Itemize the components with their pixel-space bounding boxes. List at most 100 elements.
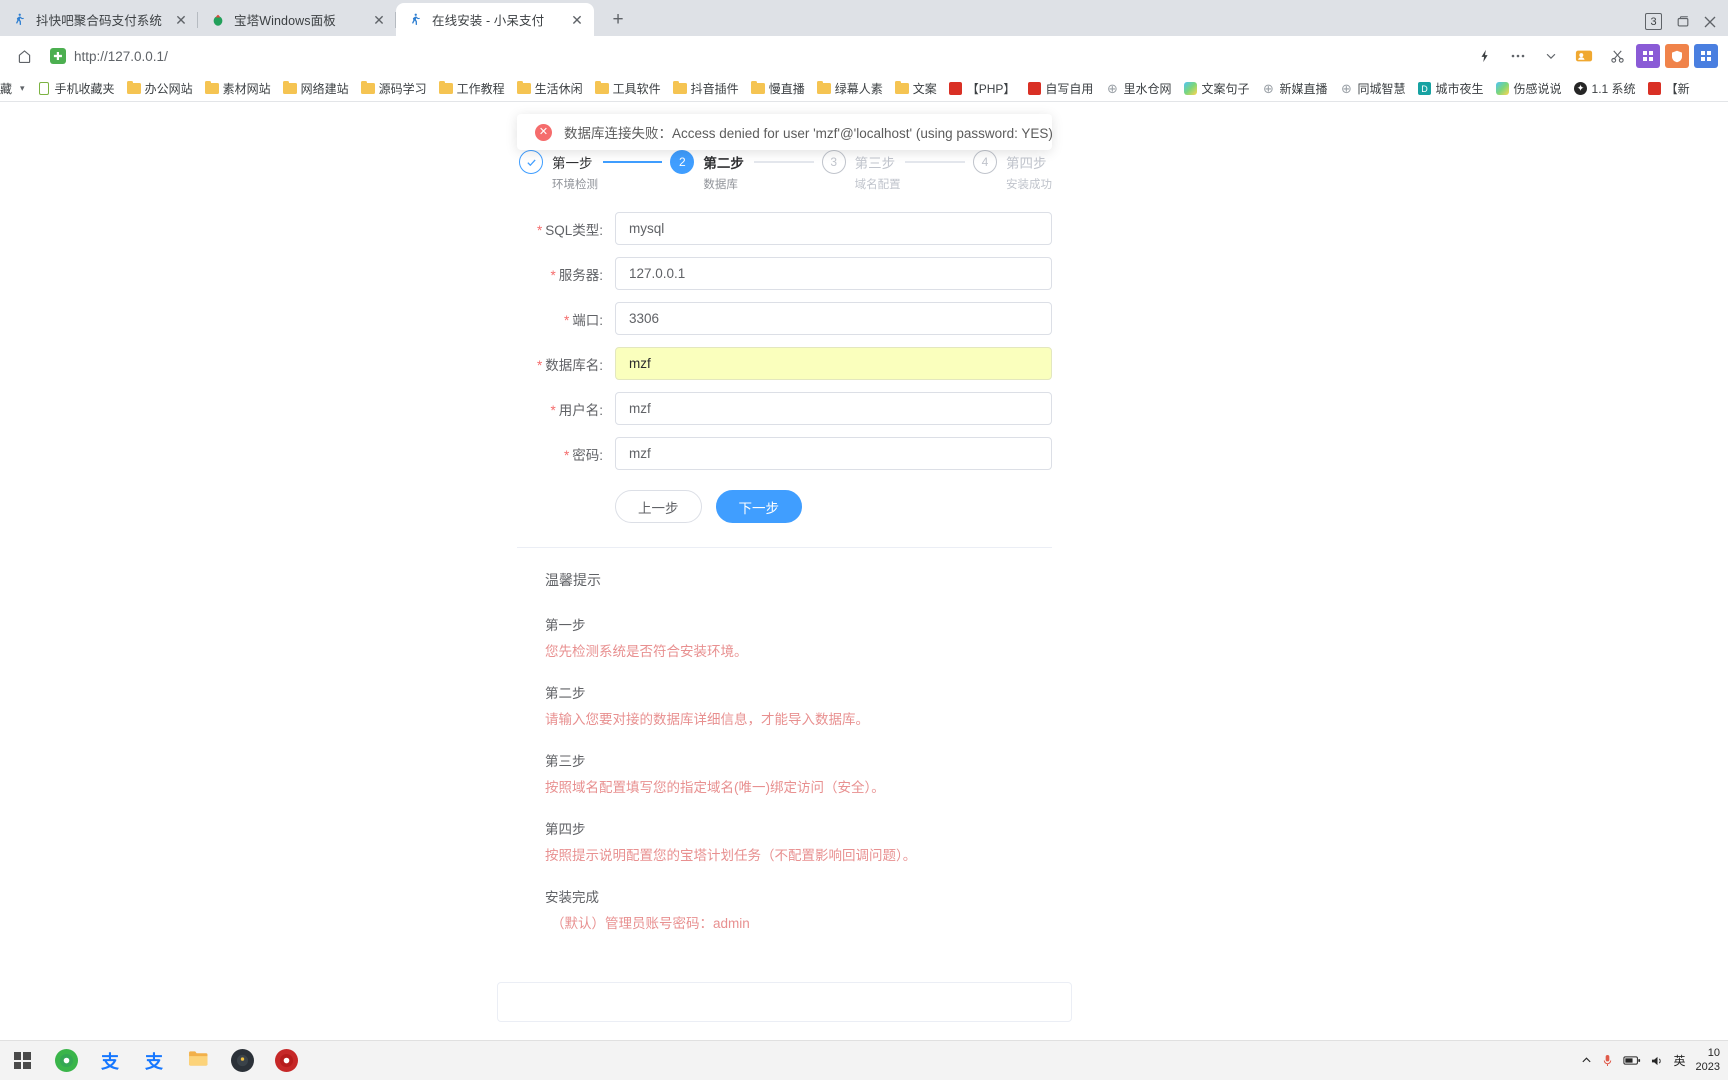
taskbar-app-alipay-1[interactable]: 支 <box>88 1041 132 1080</box>
step-circle-current: 2 <box>670 150 695 174</box>
form-row-port: * 端口: 3306 <box>517 302 1052 335</box>
taskbar-app-dark[interactable] <box>220 1041 264 1080</box>
bookmark-item[interactable]: 办公网站 <box>121 78 199 100</box>
browser-tab-3[interactable]: 在线安装 - 小呆支付 ✕ <box>396 3 594 36</box>
bookmarks-bar: 藏 ▾ 手机收藏夹 办公网站 素材网站 网络建站 源码学习 工作教程 生活休闲 … <box>0 76 1728 102</box>
bookmark-item[interactable]: 网络建站 <box>277 78 355 100</box>
next-step-button[interactable]: 下一步 <box>715 490 802 523</box>
bookmark-label: 伤感说说 <box>1513 82 1562 96</box>
shield-orange-icon[interactable] <box>1665 44 1689 68</box>
tip-item-1: 第一步 您先检测系统是否符合安装环境。 <box>545 614 1052 660</box>
tip-heading: 第一步 <box>545 618 586 633</box>
more-horizontal-icon[interactable] <box>1504 42 1532 70</box>
taskbar-app-record[interactable] <box>264 1041 308 1080</box>
clock-date: 2023 <box>1695 1060 1720 1073</box>
address-bar[interactable]: ✚ http://127.0.0.1/ <box>50 42 1465 70</box>
start-button[interactable] <box>0 1041 44 1080</box>
bookmark-item[interactable]: 伤感说说 <box>1490 78 1568 100</box>
bookmark-item[interactable]: 慢直播 <box>745 78 811 100</box>
toolbar-actions <box>1471 42 1718 70</box>
bookmark-item[interactable]: D 城市夜生 <box>1412 78 1490 100</box>
restore-icon[interactable] <box>1676 15 1690 29</box>
bookmark-item[interactable]: ⊕ 新媒直播 <box>1255 78 1333 100</box>
step-item-4[interactable]: 4 第四步 安装成功 <box>972 150 1052 192</box>
gradient-icon <box>1496 82 1510 96</box>
step-item-3[interactable]: 3 第三步 域名配置 <box>821 150 973 192</box>
step-item-2[interactable]: 2 第二步 数据库 <box>670 150 821 192</box>
battery-icon[interactable] <box>1622 1055 1641 1066</box>
chevron-down-icon[interactable]: ▾ <box>16 83 29 94</box>
bookmark-item[interactable]: 生活休闲 <box>511 78 589 100</box>
username-input[interactable]: mzf <box>615 392 1052 425</box>
close-icon[interactable] <box>1704 16 1716 28</box>
bookmark-item[interactable]: 【PHP】 <box>943 78 1022 100</box>
field-label: * SQL类型: <box>517 219 615 239</box>
label-text: 数据库名: <box>545 357 603 373</box>
taskbar-app-file-explorer[interactable] <box>176 1041 220 1080</box>
bookmarks-overflow-label: 藏 <box>0 82 13 96</box>
tip-heading: 第三步 <box>545 754 586 769</box>
field-label: * 服务器: <box>517 264 615 284</box>
bookmark-label: 【新 <box>1665 82 1690 96</box>
tab-close-icon[interactable]: ✕ <box>370 11 388 29</box>
bookmark-item[interactable]: 手机收藏夹 <box>31 78 121 100</box>
apps-blue-icon[interactable] <box>1694 44 1718 68</box>
bookmark-label: 新媒直播 <box>1279 82 1328 96</box>
start-icon <box>13 1052 31 1069</box>
bookmark-label: 源码学习 <box>378 82 427 96</box>
bookmarks-overflow[interactable]: 藏 ▾ <box>0 78 31 100</box>
bookmark-label: 工作教程 <box>456 82 505 96</box>
taskbar-app-browser[interactable] <box>44 1041 88 1080</box>
home-icon[interactable] <box>10 42 38 70</box>
grid-purple-icon[interactable] <box>1636 44 1660 68</box>
bookmark-item[interactable]: 绿幕人素 <box>811 78 889 100</box>
database-name-input[interactable]: mzf <box>615 347 1052 380</box>
user-badge-icon[interactable] <box>1570 42 1598 70</box>
tab-count-badge[interactable]: 3 <box>1645 13 1662 30</box>
bookmark-item[interactable]: 源码学习 <box>355 78 433 100</box>
bookmark-item[interactable]: 素材网站 <box>199 78 277 100</box>
folder-icon <box>126 80 141 96</box>
volume-icon[interactable] <box>1651 1055 1664 1067</box>
bookmark-item[interactable]: 工作教程 <box>433 78 511 100</box>
bookmark-item[interactable]: 抖音插件 <box>667 78 745 100</box>
sql-type-input[interactable]: mysql <box>615 212 1052 245</box>
chevron-down-icon[interactable] <box>1537 42 1565 70</box>
folder-icon <box>204 80 219 96</box>
scissors-icon[interactable] <box>1603 42 1631 70</box>
browser-toolbar: ✚ http://127.0.0.1/ <box>0 36 1728 76</box>
new-tab-button[interactable]: + <box>604 5 632 33</box>
clock[interactable]: 10 2023 <box>1696 1047 1720 1075</box>
bookmark-label: 手机收藏夹 <box>54 82 115 96</box>
bookmark-item[interactable]: 【新 <box>1642 78 1696 100</box>
bookmark-item[interactable]: 自写自用 <box>1021 78 1099 100</box>
port-input[interactable]: 3306 <box>615 302 1052 335</box>
browser-tab-2[interactable]: 宝塔Windows面板 ✕ <box>198 3 396 36</box>
taskbar-app-alipay-2[interactable]: 支 <box>132 1041 176 1080</box>
bookmark-item[interactable]: 文案 <box>889 78 943 100</box>
bookmark-item[interactable]: 文案句子 <box>1177 78 1255 100</box>
chevron-up-icon[interactable] <box>1581 1055 1592 1066</box>
tab-close-icon[interactable]: ✕ <box>568 11 586 29</box>
ime-indicator[interactable]: 英 <box>1674 1052 1686 1069</box>
bookmark-label: 城市夜生 <box>1435 82 1484 96</box>
server-input[interactable]: 127.0.0.1 <box>615 257 1052 290</box>
bookmark-item[interactable]: ✦ 1.1 系统 <box>1568 78 1642 100</box>
tip-item-2: 第二步 请输入您要对接的数据库详细信息，才能导入数据库。 <box>545 682 1052 728</box>
browser-tab-1[interactable]: 抖快吧聚合码支付系统 ✕ <box>0 3 198 36</box>
system-tray: 英 10 2023 <box>1581 1047 1728 1075</box>
bookmark-item[interactable]: ⊕ 同城智慧 <box>1333 78 1411 100</box>
bt-panel-icon <box>210 12 226 28</box>
mic-icon[interactable] <box>1602 1054 1613 1067</box>
password-input[interactable]: mzf <box>615 437 1052 470</box>
field-label: * 端口: <box>517 309 615 329</box>
step-circle-done <box>519 150 543 174</box>
install-wizard: 第一步 环境检测 2 第二步 数据库 3 第三步 域名配置 4 第四步 安装成功… <box>517 138 1052 954</box>
prev-step-button[interactable]: 上一步 <box>615 490 702 523</box>
lightning-icon[interactable] <box>1471 42 1499 70</box>
bookmark-item[interactable]: ⊕ 里水仓网 <box>1099 78 1177 100</box>
tab-close-icon[interactable]: ✕ <box>172 11 190 29</box>
step-item-1[interactable]: 第一步 环境检测 <box>519 150 670 192</box>
bookmark-item[interactable]: 工具软件 <box>589 78 667 100</box>
error-alert: ✕ 数据库连接失败：Access denied for user 'mzf'@'… <box>517 114 1053 150</box>
